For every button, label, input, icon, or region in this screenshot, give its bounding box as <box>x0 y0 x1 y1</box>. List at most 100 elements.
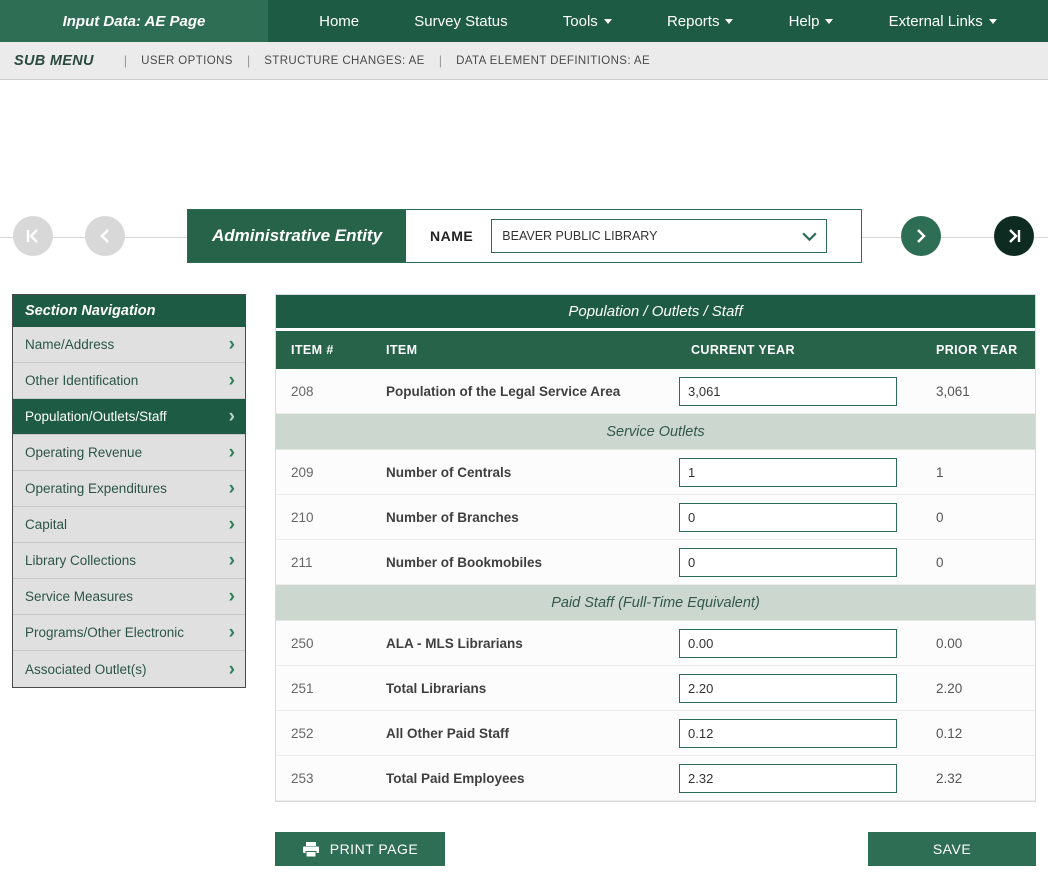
current-year-input[interactable] <box>679 764 897 793</box>
chevron-down-icon <box>801 228 818 245</box>
print-page-button[interactable]: PRINT PAGE <box>275 832 445 866</box>
sidebar-item[interactable]: Other Identification › <box>13 363 245 399</box>
prior-year-value: 0.12 <box>921 726 1035 741</box>
sub-menu-item[interactable]: USER OPTIONS <box>141 55 233 67</box>
item-label: Number of Bookmobiles <box>371 555 676 570</box>
section-navigation-list: Name/Address › Other Identification › Po… <box>13 327 245 687</box>
table-row: 208 Population of the Legal Service Area… <box>276 369 1035 414</box>
sidebar-item[interactable]: Operating Expenditures › <box>13 471 245 507</box>
sub-menu-item[interactable]: STRUCTURE CHANGES: AE <box>264 55 424 67</box>
item-number: 208 <box>276 384 371 399</box>
sidebar-item[interactable]: Programs/Other Electronic › <box>13 615 245 651</box>
sidebar-item-label: Programs/Other Electronic <box>25 625 184 640</box>
entity-type-title: Administrative Entity <box>188 210 406 262</box>
chevron-right-icon: › <box>229 371 235 390</box>
chevron-right-icon: › <box>229 660 235 679</box>
prior-year-value: 0.00 <box>921 636 1035 651</box>
last-page-icon <box>1004 226 1024 246</box>
entity-name-select[interactable]: BEAVER PUBLIC LIBRARY <box>491 219 827 253</box>
section-navigation-title: Section Navigation <box>13 295 245 327</box>
sidebar-item[interactable]: Name/Address › <box>13 327 245 363</box>
item-number: 209 <box>276 465 371 480</box>
last-record-button[interactable] <box>994 216 1034 256</box>
current-year-input[interactable] <box>679 674 897 703</box>
action-buttons-row: PRINT PAGE SAVE <box>275 832 1036 866</box>
sidebar-item-label: Other Identification <box>25 373 138 388</box>
nav-menu-item-label: External Links <box>889 13 983 30</box>
chevron-right-icon: › <box>229 623 235 642</box>
prior-year-value: 0 <box>921 555 1035 570</box>
name-label: NAME <box>406 210 491 262</box>
table-column-headers: ITEM # ITEM CURRENT YEAR PRIOR YEAR <box>276 331 1035 369</box>
first-page-icon <box>23 226 43 246</box>
nav-menu-item[interactable]: Survey Status <box>400 0 521 42</box>
table-row: 252 All Other Paid Staff 0.12 <box>276 711 1035 756</box>
entity-name-value: BEAVER PUBLIC LIBRARY <box>502 229 657 243</box>
sidebar-item[interactable]: Service Measures › <box>13 579 245 615</box>
sidebar-item-label: Operating Expenditures <box>25 481 167 496</box>
item-label: Total Librarians <box>371 681 676 696</box>
data-entry-area: Population / Outlets / Staff ITEM # ITEM… <box>275 294 1036 866</box>
current-year-input[interactable] <box>679 377 897 406</box>
prior-year-value: 2.32 <box>921 771 1035 786</box>
chevron-right-icon: › <box>229 335 235 354</box>
prior-year-value: 1 <box>921 465 1035 480</box>
chevron-down-icon <box>989 19 997 24</box>
nav-menu-item[interactable]: External Links <box>875 0 1011 42</box>
table-section-band: Service Outlets <box>276 414 1035 450</box>
nav-menu-item-label: Help <box>789 13 820 30</box>
first-record-button[interactable] <box>13 216 53 256</box>
previous-record-button[interactable] <box>85 216 125 256</box>
nav-menu-item[interactable]: Help <box>775 0 848 42</box>
item-label: ALA - MLS Librarians <box>371 636 676 651</box>
current-year-input[interactable] <box>679 548 897 577</box>
section-band-label: Service Outlets <box>606 424 704 440</box>
table-row: 251 Total Librarians 2.20 <box>276 666 1035 711</box>
prior-year-value: 0 <box>921 510 1035 525</box>
nav-menu-item[interactable]: Home <box>305 0 373 42</box>
sub-menu-item[interactable]: DATA ELEMENT DEFINITIONS: AE <box>456 55 650 67</box>
sidebar-item[interactable]: Capital › <box>13 507 245 543</box>
table-row: 253 Total Paid Employees 2.32 <box>276 756 1035 801</box>
sub-menu-separator: | <box>124 53 127 68</box>
chevron-right-icon: › <box>229 515 235 534</box>
item-number: 251 <box>276 681 371 696</box>
sidebar-item[interactable]: Population/Outlets/Staff › <box>13 399 245 435</box>
sidebar-item[interactable]: Library Collections › <box>13 543 245 579</box>
sidebar-item-label: Population/Outlets/Staff <box>25 409 167 424</box>
prior-year-value: 3,061 <box>921 384 1035 399</box>
section-navigation: Section Navigation Name/Address › Other … <box>12 294 246 688</box>
sidebar-item[interactable]: Operating Revenue › <box>13 435 245 471</box>
nav-menu-item-label: Survey Status <box>414 13 507 30</box>
sub-menu-bar: SUB MENU | USER OPTIONS | STRUCTURE CHAN… <box>0 42 1048 80</box>
col-prior-year: PRIOR YEAR <box>921 343 1035 357</box>
chevron-right-icon: › <box>229 407 235 426</box>
current-year-input[interactable] <box>679 503 897 532</box>
section-band-label: Paid Staff (Full-Time Equivalent) <box>551 595 760 611</box>
item-label: Number of Centrals <box>371 465 676 480</box>
sub-menu-separator: | <box>247 53 250 68</box>
current-year-input[interactable] <box>679 719 897 748</box>
save-label: SAVE <box>933 841 971 857</box>
nav-menu-item[interactable]: Tools <box>549 0 626 42</box>
sub-menu-items: | USER OPTIONS | STRUCTURE CHANGES: AE |… <box>110 53 650 68</box>
table-section-band: Paid Staff (Full-Time Equivalent) <box>276 585 1035 621</box>
table-row: 209 Number of Centrals 1 <box>276 450 1035 495</box>
chevron-left-icon <box>95 226 115 246</box>
next-record-button[interactable] <box>901 216 941 256</box>
nav-menu-item[interactable]: Reports <box>653 0 748 42</box>
current-year-input[interactable] <box>679 629 897 658</box>
nav-menu-item-label: Tools <box>563 13 598 30</box>
sidebar-item-label: Operating Revenue <box>25 445 142 460</box>
item-label: All Other Paid Staff <box>371 726 676 741</box>
current-year-input[interactable] <box>679 458 897 487</box>
sidebar-item-label: Capital <box>25 517 67 532</box>
entity-selector-box: Administrative Entity NAME BEAVER PUBLIC… <box>187 209 862 263</box>
sidebar-item[interactable]: Associated Outlet(s) › <box>13 651 245 687</box>
top-navbar: Input Data: AE Page Home Survey Status T… <box>0 0 1048 42</box>
item-number: 211 <box>276 555 371 570</box>
chevron-down-icon <box>725 19 733 24</box>
sidebar-item-label: Service Measures <box>25 589 133 604</box>
active-page-tab[interactable]: Input Data: AE Page <box>0 0 268 42</box>
save-button[interactable]: SAVE <box>868 832 1036 866</box>
